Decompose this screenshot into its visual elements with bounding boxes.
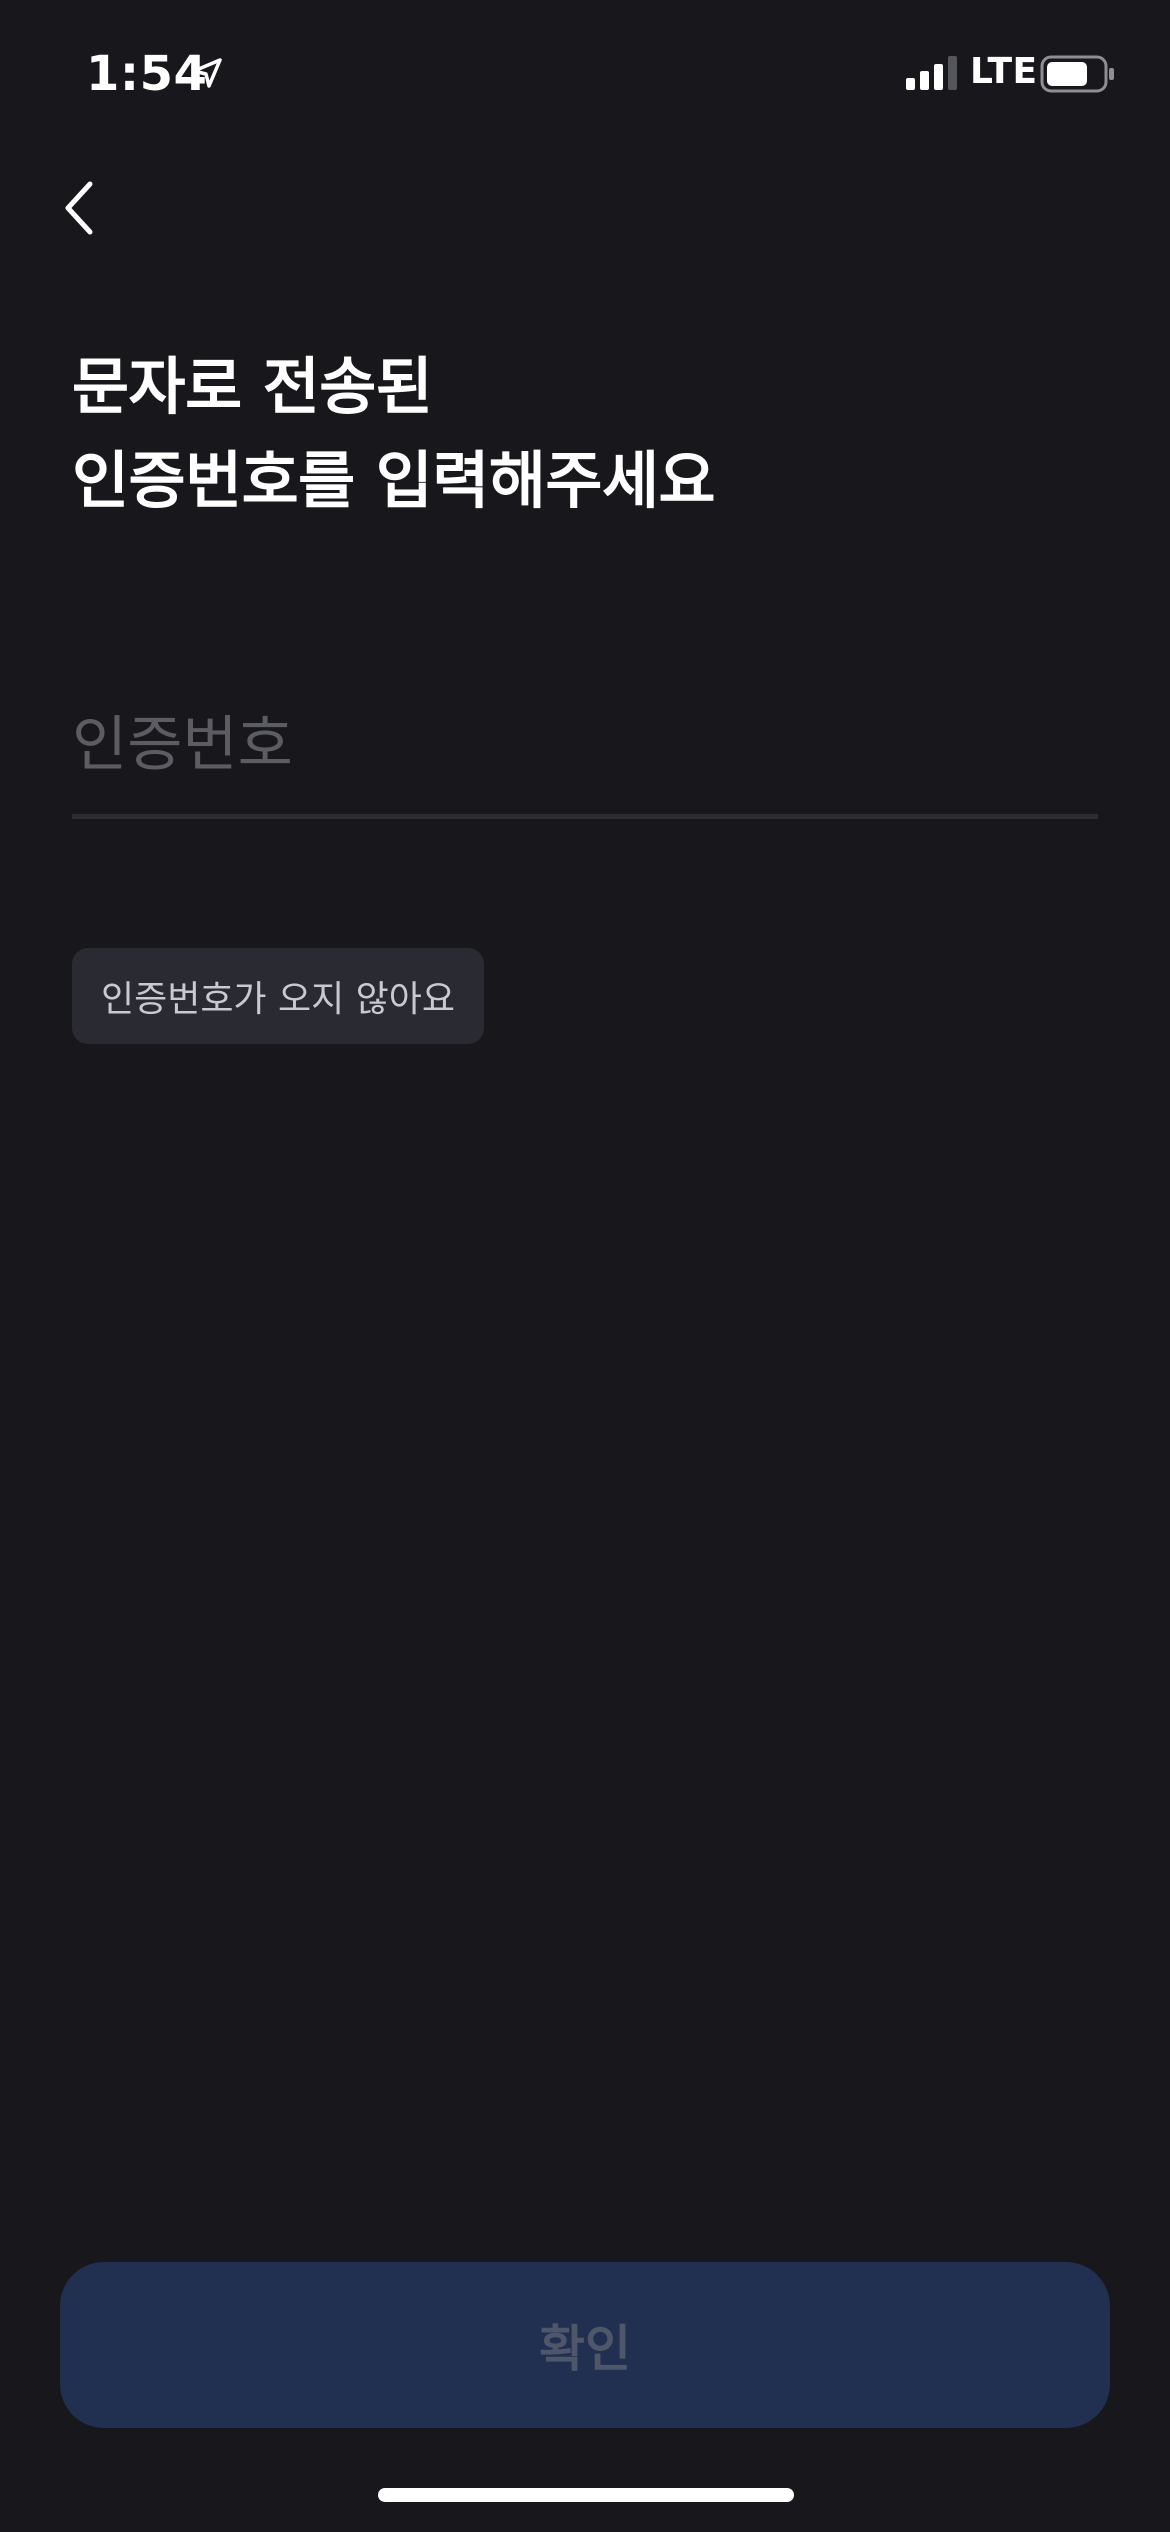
signal-bars-icon	[906, 56, 957, 90]
status-bar: 1:54 LTE	[0, 0, 1170, 150]
verification-code-input[interactable]	[72, 690, 1098, 800]
chevron-left-icon	[65, 181, 93, 235]
home-indicator	[378, 2488, 794, 2502]
location-arrow-icon	[192, 58, 222, 88]
verification-code-field	[72, 690, 1098, 819]
back-button[interactable]	[44, 164, 116, 252]
network-type-label: LTE	[970, 51, 1038, 92]
page-title-line-1: 문자로 전송된	[72, 350, 433, 423]
page-title: 문자로 전송된 인증번호를 입력해주세요	[72, 340, 1072, 528]
code-not-received-button[interactable]: 인증번호가 오지 않아요	[72, 948, 484, 1044]
battery-icon	[1040, 55, 1114, 93]
confirm-button[interactable]: 확인	[60, 2262, 1110, 2428]
page-title-line-2: 인증번호를 입력해주세요	[72, 444, 716, 517]
